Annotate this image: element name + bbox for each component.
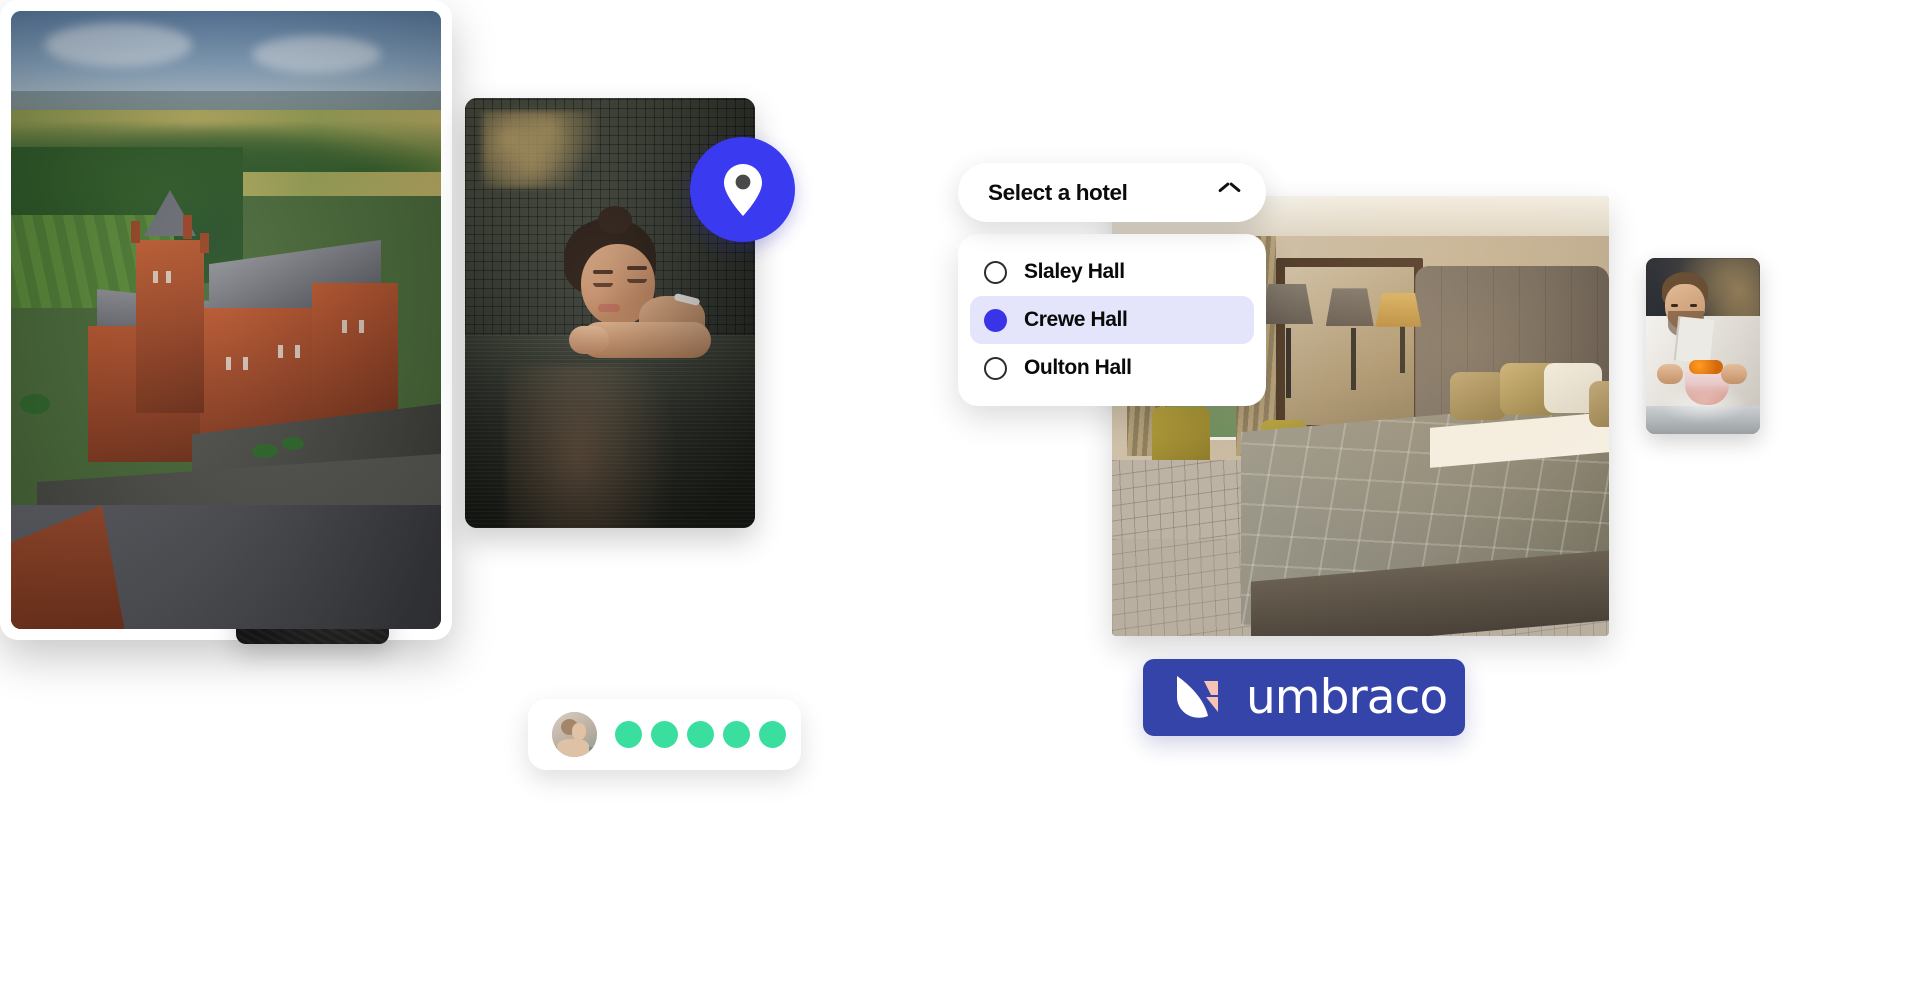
photo-hall-aerial bbox=[11, 11, 441, 629]
photo-card-hall-frame bbox=[0, 0, 452, 640]
radio-icon[interactable] bbox=[984, 260, 1007, 284]
hotel-option-label: Crewe Hall bbox=[1024, 308, 1128, 331]
umbraco-badge: umbraco bbox=[1143, 659, 1465, 736]
chevron-up-icon[interactable] bbox=[1219, 186, 1240, 199]
hotel-option-oulton-hall[interactable]: Oulton Hall bbox=[970, 344, 1254, 392]
umbraco-logo-icon bbox=[1173, 671, 1227, 725]
rating-dot bbox=[759, 721, 786, 748]
avatar bbox=[552, 712, 597, 757]
collage-stage: Select a hotel Slaley Hall Crewe Hall Ou… bbox=[0, 0, 1920, 1000]
hotel-option-slaley-hall[interactable]: Slaley Hall bbox=[970, 248, 1254, 296]
hotel-option-crewe-hall[interactable]: Crewe Hall bbox=[970, 296, 1254, 344]
hotel-options-list: Slaley Hall Crewe Hall Oulton Hall bbox=[958, 234, 1266, 406]
map-pin-icon bbox=[723, 163, 762, 216]
hotel-option-label: Oulton Hall bbox=[1024, 356, 1132, 379]
photo-card-chef bbox=[1646, 258, 1760, 434]
hotel-select-trigger[interactable]: Select a hotel bbox=[958, 163, 1266, 222]
radio-icon-selected[interactable] bbox=[984, 308, 1007, 332]
rating-pill bbox=[528, 699, 801, 770]
rating-dot bbox=[651, 721, 678, 748]
hotel-select-label: Select a hotel bbox=[988, 179, 1128, 205]
rating-dots bbox=[615, 721, 786, 748]
radio-icon[interactable] bbox=[984, 356, 1007, 380]
rating-dot bbox=[723, 721, 750, 748]
umbraco-wordmark: umbraco bbox=[1246, 670, 1448, 725]
location-pin-badge bbox=[690, 137, 795, 242]
rating-dot bbox=[687, 721, 714, 748]
rating-dot bbox=[615, 721, 642, 748]
hotel-option-label: Slaley Hall bbox=[1024, 260, 1125, 283]
